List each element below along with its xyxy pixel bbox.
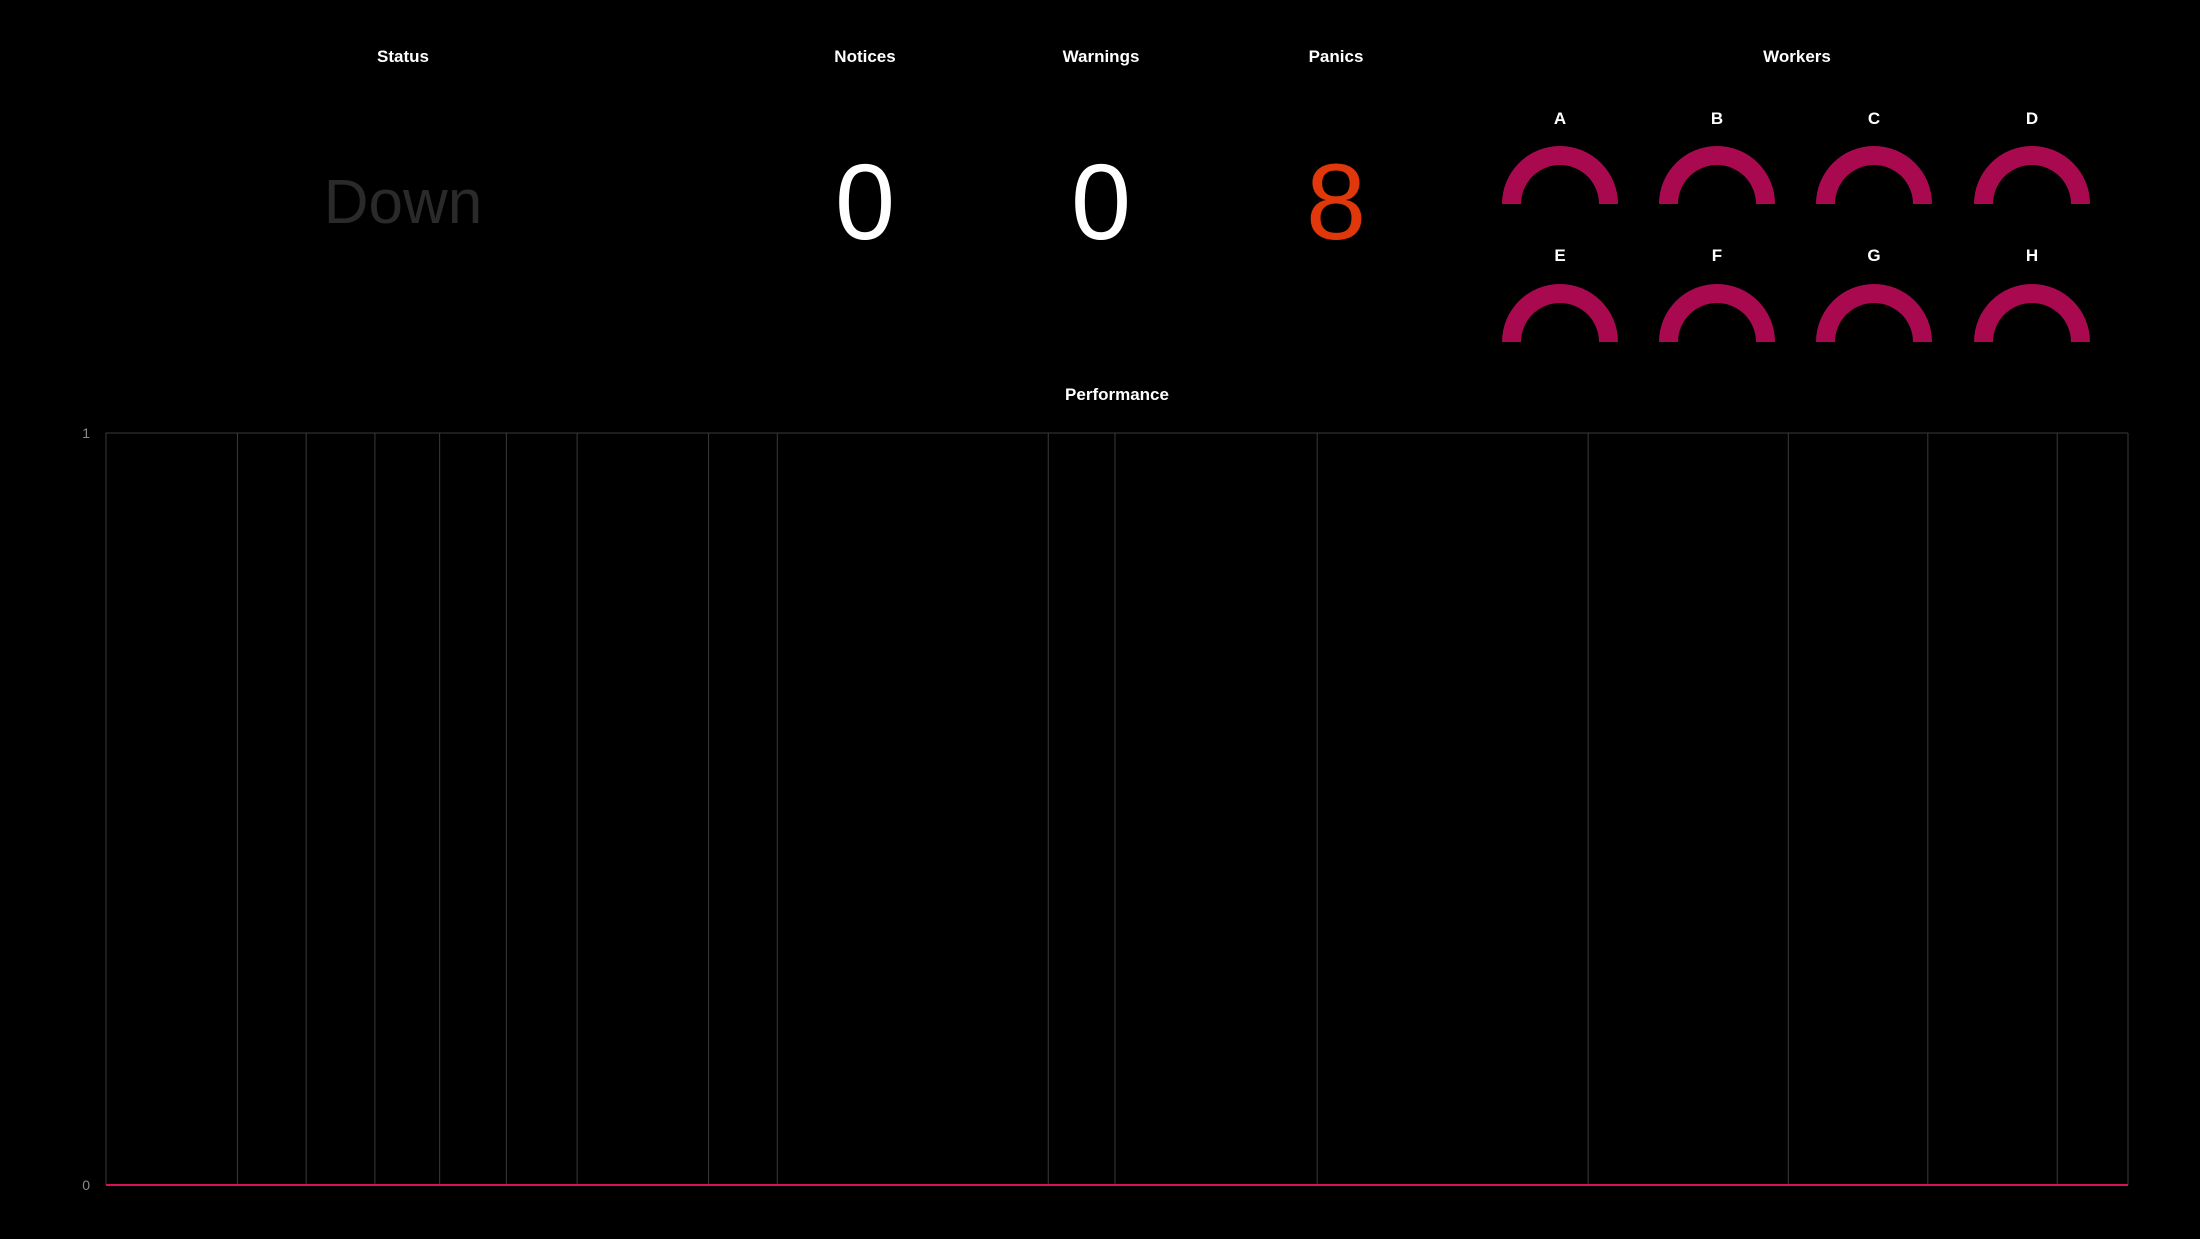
- status-title: Status: [377, 47, 429, 66]
- gauge-arc: [1974, 284, 2090, 342]
- warnings-title: Warnings: [1062, 47, 1140, 66]
- worker-label-h: H: [2025, 246, 2039, 265]
- gauge-arc: [1659, 284, 1775, 342]
- worker-gauge-c: [1816, 146, 1932, 206]
- worker-label-f: F: [1711, 246, 1723, 265]
- y-tick-label: 1: [82, 425, 90, 441]
- gauge-arc: [1816, 284, 1932, 342]
- panics-title: Panics: [1308, 47, 1364, 66]
- worker-label-e: E: [1554, 246, 1566, 265]
- worker-gauge-d: [1974, 146, 2090, 206]
- worker-label-b: B: [1710, 109, 1724, 128]
- gauge-arc: [1659, 146, 1775, 204]
- gauge-arc: [1502, 284, 1618, 342]
- worker-gauge-g: [1816, 284, 1932, 344]
- worker-label-d: D: [2025, 109, 2039, 128]
- panics-value: 8: [1305, 141, 1367, 262]
- worker-label-a: A: [1553, 109, 1567, 128]
- status-value: Down: [323, 168, 483, 237]
- worker-gauge-f: [1659, 284, 1775, 344]
- worker-gauge-e: [1502, 284, 1618, 344]
- notices-title: Notices: [834, 47, 896, 66]
- worker-label-g: G: [1867, 246, 1881, 265]
- warnings-value: 0: [1070, 141, 1132, 262]
- worker-gauge-h: [1974, 284, 2090, 344]
- y-tick-label: 0: [82, 1177, 90, 1193]
- worker-gauge-b: [1659, 146, 1775, 206]
- gauge-arc: [1816, 146, 1932, 204]
- gauge-arc: [1502, 146, 1618, 204]
- gauge-arc: [1974, 146, 2090, 204]
- workers-title: Workers: [1763, 47, 1831, 66]
- notices-value: 0: [834, 141, 896, 262]
- worker-label-c: C: [1867, 109, 1881, 128]
- performance-chart: 01: [82, 425, 2129, 1193]
- dashboard: Status Down Notices 0 Warnings 0 Panics …: [0, 0, 2200, 1239]
- worker-gauge-a: [1502, 146, 1618, 206]
